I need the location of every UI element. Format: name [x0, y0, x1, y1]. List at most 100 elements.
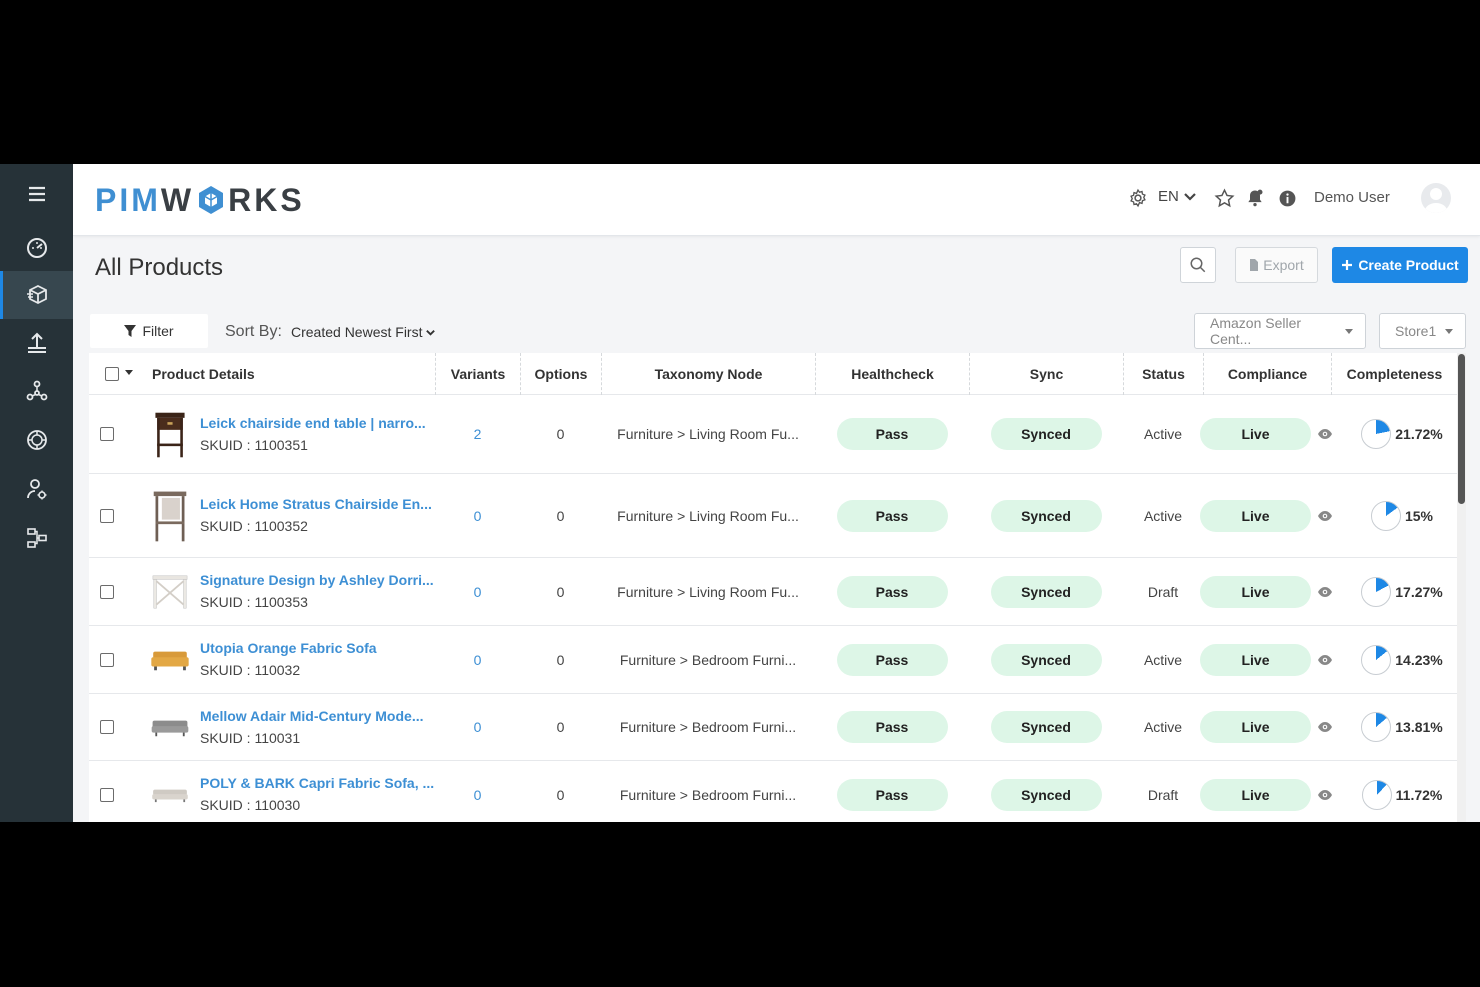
col-header-product-details[interactable]: Product Details: [139, 353, 435, 395]
sync-badge[interactable]: Synced: [990, 643, 1102, 676]
row-checkbox-cell: [99, 626, 115, 693]
export-button[interactable]: Export: [1235, 247, 1318, 283]
search-button[interactable]: [1180, 247, 1216, 283]
healthcheck-badge[interactable]: Pass: [836, 778, 948, 811]
preview-button[interactable]: [1317, 474, 1333, 557]
compliance-badge[interactable]: Live: [1200, 711, 1311, 743]
product-thumbnail[interactable]: [149, 405, 191, 465]
compliance-badge[interactable]: Live: [1200, 418, 1311, 450]
sync-badge[interactable]: Synced: [990, 778, 1102, 811]
product-name-link[interactable]: Leick chairside end table | narro...: [200, 415, 426, 431]
row-checkbox[interactable]: [100, 787, 114, 802]
row-checkbox[interactable]: [100, 508, 114, 523]
healthcheck-badge[interactable]: Pass: [836, 643, 948, 676]
sync-badge[interactable]: Synced: [990, 711, 1102, 743]
taxonomy-node: Furniture > Living Room Fu...: [617, 583, 799, 600]
pimworks-logo[interactable]: PIM W RKS: [95, 182, 305, 218]
sidebar-item-import[interactable]: [0, 319, 73, 367]
preview-button[interactable]: [1317, 558, 1333, 625]
healthcheck-badge[interactable]: Pass: [836, 418, 948, 450]
store-select[interactable]: Store1: [1379, 313, 1466, 349]
table-row[interactable]: Leick chairside end table | narro... SKU…: [89, 395, 1457, 474]
product-name-link[interactable]: Leick Home Stratus Chairside En...: [200, 496, 432, 512]
product-name-link[interactable]: Mellow Adair Mid-Century Mode...: [200, 708, 424, 724]
variants-count-link[interactable]: 0: [435, 474, 520, 557]
compliance-badge[interactable]: Live: [1200, 643, 1311, 676]
product-thumbnail[interactable]: [149, 630, 191, 690]
product-thumbnail[interactable]: [149, 765, 191, 822]
preview-button[interactable]: [1317, 694, 1333, 760]
row-checkbox[interactable]: [100, 584, 114, 599]
select-all-control[interactable]: [99, 353, 139, 395]
variants-count-link[interactable]: 0: [435, 694, 520, 760]
sidebar-item-ai[interactable]: [0, 416, 73, 464]
language-selector[interactable]: EN: [1158, 188, 1197, 205]
avatar[interactable]: [1421, 183, 1451, 213]
table-row[interactable]: Leick Home Stratus Chairside En... SKUID…: [89, 474, 1457, 558]
info-button[interactable]: [1275, 186, 1299, 210]
product-name-link[interactable]: Signature Design by Ashley Dorri...: [200, 572, 434, 588]
table-row[interactable]: POLY & BARK Capri Fabric Sofa, ... SKUID…: [89, 761, 1457, 822]
product-thumbnail[interactable]: [149, 562, 191, 622]
table-row[interactable]: Signature Design by Ashley Dorri... SKUI…: [89, 558, 1457, 626]
variants-count-link[interactable]: 0: [435, 761, 520, 822]
completeness-percent: 11.72%: [1395, 786, 1443, 803]
compliance-badge[interactable]: Live: [1200, 499, 1311, 532]
product-thumbnail[interactable]: [149, 486, 191, 546]
favorites-button[interactable]: [1212, 186, 1236, 210]
sidebar-item-workflow[interactable]: [0, 514, 73, 562]
healthcheck-cell: Pass: [815, 474, 969, 557]
sync-badge[interactable]: Synced: [990, 418, 1102, 450]
sidebar-item-users[interactable]: [0, 465, 73, 513]
col-header-completeness[interactable]: Completeness: [1331, 353, 1457, 395]
compliance-badge[interactable]: Live: [1200, 778, 1311, 811]
completeness-percent: 13.81%: [1395, 719, 1443, 735]
table-row[interactable]: Mellow Adair Mid-Century Mode... SKUID :…: [89, 694, 1457, 761]
sidebar-item-products[interactable]: [0, 271, 73, 319]
table-row[interactable]: Utopia Orange Fabric Sofa SKUID : 110032…: [89, 626, 1457, 694]
notifications-button[interactable]: [1243, 186, 1267, 210]
table-scrollbar[interactable]: [1457, 353, 1466, 822]
product-name-link[interactable]: Utopia Orange Fabric Sofa: [200, 640, 377, 656]
settings-button[interactable]: [1126, 186, 1150, 210]
channel-select[interactable]: Amazon Seller Cent...: [1194, 313, 1366, 349]
row-checkbox[interactable]: [100, 720, 114, 734]
row-checkbox[interactable]: [100, 652, 114, 667]
col-header-taxonomy[interactable]: Taxonomy Node: [601, 353, 815, 395]
select-menu-caret-icon[interactable]: [125, 369, 133, 375]
preview-button[interactable]: [1317, 761, 1333, 822]
filter-button[interactable]: Filter: [90, 314, 208, 348]
sync-cell: Synced: [969, 395, 1123, 473]
variants-count-link[interactable]: 0: [435, 558, 520, 625]
user-name[interactable]: Demo User: [1314, 189, 1390, 206]
select-all-checkbox[interactable]: [105, 367, 119, 381]
healthcheck-badge[interactable]: Pass: [836, 711, 948, 743]
product-thumbnail[interactable]: [149, 698, 191, 758]
col-header-compliance[interactable]: Compliance: [1203, 353, 1331, 395]
hamburger-menu-button[interactable]: [0, 170, 73, 218]
create-product-button[interactable]: Create Product: [1332, 247, 1468, 283]
sync-badge[interactable]: Synced: [990, 499, 1102, 532]
healthcheck-badge[interactable]: Pass: [836, 575, 948, 608]
col-header-sync[interactable]: Sync: [969, 353, 1123, 395]
sync-badge[interactable]: Synced: [990, 575, 1102, 608]
sidebar-item-network[interactable]: [0, 367, 73, 415]
col-header-healthcheck[interactable]: Healthcheck: [815, 353, 969, 395]
healthcheck-cell: Pass: [815, 558, 969, 625]
healthcheck-badge[interactable]: Pass: [836, 499, 948, 532]
col-header-status[interactable]: Status: [1123, 353, 1203, 395]
completeness-cell: 17.27%: [1357, 558, 1447, 625]
compliance-badge[interactable]: Live: [1200, 575, 1311, 608]
col-header-options[interactable]: Options: [520, 353, 601, 395]
preview-button[interactable]: [1317, 395, 1333, 473]
sidebar-item-dashboard[interactable]: [0, 223, 73, 271]
col-header-variants[interactable]: Variants: [435, 353, 520, 395]
completeness-percent: 17.27%: [1395, 583, 1443, 600]
product-name-link[interactable]: POLY & BARK Capri Fabric Sofa, ...: [200, 775, 434, 791]
variants-count-link[interactable]: 0: [435, 626, 520, 693]
row-checkbox[interactable]: [100, 427, 114, 441]
scrollbar-thumb[interactable]: [1458, 354, 1465, 504]
variants-count-link[interactable]: 2: [435, 395, 520, 473]
sort-by-dropdown[interactable]: Created Newest First: [291, 324, 436, 340]
preview-button[interactable]: [1317, 626, 1333, 693]
